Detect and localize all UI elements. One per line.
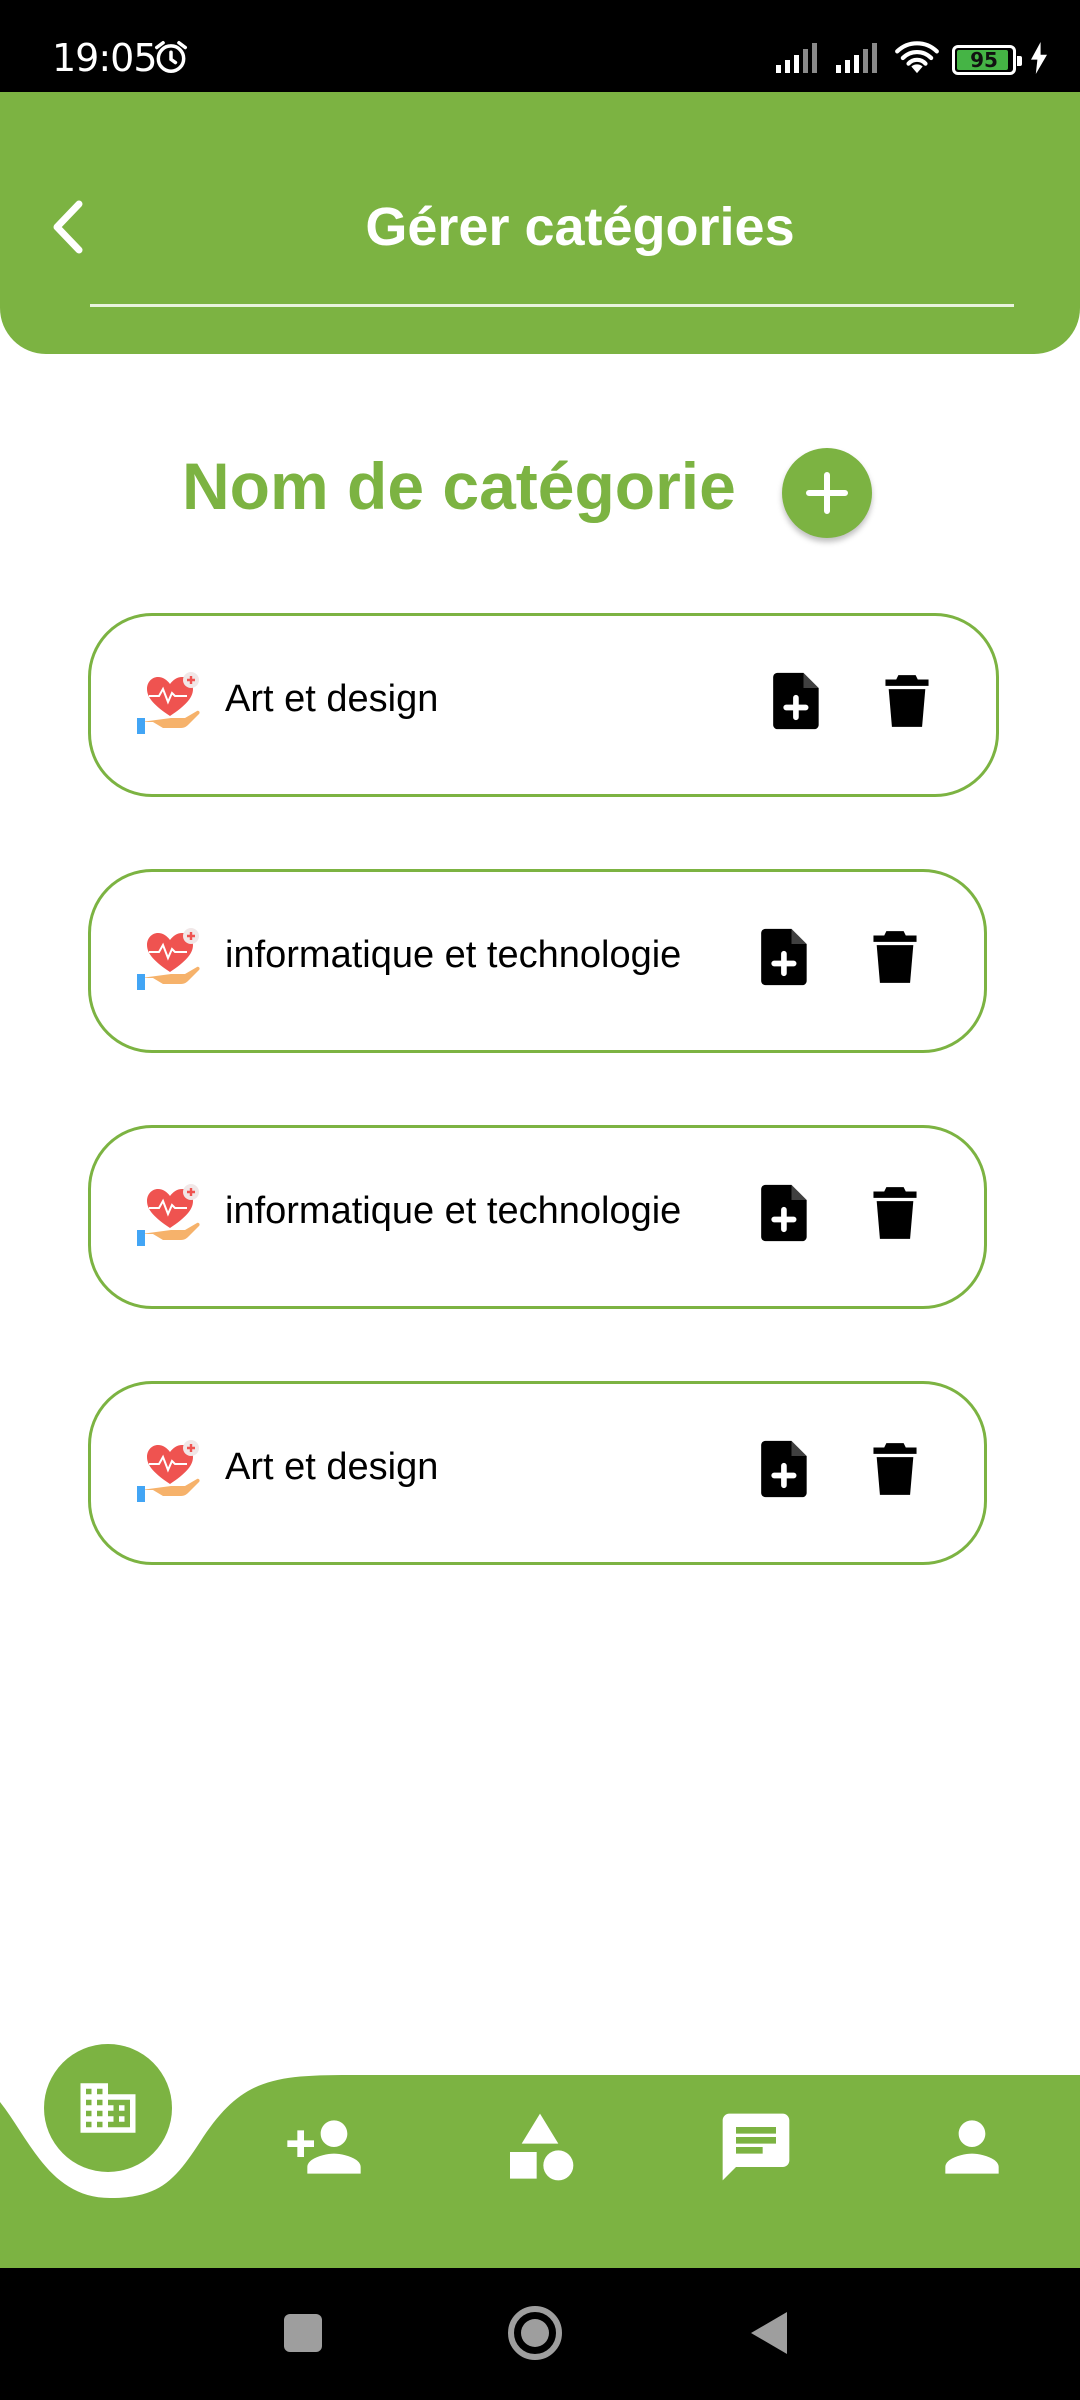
- add-file-icon: [761, 1440, 807, 1498]
- heart-care-icon: [135, 668, 205, 738]
- add-file-icon: [761, 1184, 807, 1242]
- trash-icon: [873, 1187, 917, 1239]
- add-file-button[interactable]: [755, 924, 815, 990]
- status-time: 19:05: [52, 36, 158, 80]
- heart-care-icon-graphic: [137, 672, 200, 734]
- nav-add-user-button[interactable]: [274, 2102, 374, 2192]
- nav-messages-button[interactable]: [706, 2102, 806, 2192]
- signal-icon: [834, 41, 882, 80]
- delete-button[interactable]: [865, 924, 925, 990]
- trash-icon: [873, 931, 917, 983]
- page-title: Gérer catégories: [365, 197, 795, 257]
- app-header: Gérer catégories: [0, 92, 1080, 354]
- signal-icon: [774, 41, 822, 80]
- battery-icon: 95: [952, 45, 1022, 75]
- building-icon: [80, 2083, 136, 2133]
- heart-care-icon: [135, 1180, 205, 1250]
- back-icon: [751, 2312, 787, 2354]
- delete-button[interactable]: [865, 1436, 925, 1502]
- delete-button[interactable]: [877, 668, 937, 734]
- nav-profile-button[interactable]: [922, 2102, 1022, 2192]
- category-label: informatique et technologie: [225, 934, 682, 976]
- header-divider: [90, 304, 1014, 307]
- nav-categories-button[interactable]: [490, 2102, 590, 2192]
- status-icons: 95: [774, 40, 1050, 80]
- category-label: informatique et technologie: [225, 1190, 682, 1232]
- home-icon: [508, 2306, 562, 2360]
- delete-button[interactable]: [865, 1180, 925, 1246]
- category-card[interactable]: informatique et technologie: [88, 1125, 987, 1309]
- section-title: Nom de catégorie: [182, 449, 736, 523]
- screen: 19:05 95 Gérer catégories Nom de catégor…: [0, 0, 1080, 2400]
- recents-button[interactable]: [268, 2298, 338, 2368]
- category-label: Art et design: [225, 678, 439, 720]
- shapes-icon: [510, 2113, 574, 2181]
- category-card[interactable]: informatique et technologie: [88, 869, 987, 1053]
- home-button[interactable]: [500, 2298, 570, 2368]
- plus-icon: [806, 472, 848, 514]
- trash-icon: [885, 675, 929, 727]
- trash-icon: [873, 1443, 917, 1495]
- battery-percent: 95: [970, 48, 998, 72]
- add-file-button[interactable]: [755, 1436, 815, 1502]
- heart-care-icon: [135, 924, 205, 994]
- add-file-button[interactable]: [767, 668, 827, 734]
- system-nav-bar: [0, 2268, 1080, 2400]
- person-icon: [945, 2120, 999, 2174]
- alarm-icon: [152, 38, 190, 81]
- nav-home-button[interactable]: [44, 2044, 172, 2172]
- category-card[interactable]: Art et design: [88, 1381, 987, 1565]
- add-file-icon: [761, 928, 807, 986]
- heart-care-icon-graphic: [137, 1184, 200, 1246]
- category-label: Art et design: [225, 1446, 439, 1488]
- heart-care-icon: [135, 1436, 205, 1506]
- chat-icon: [722, 2113, 790, 2181]
- category-card[interactable]: Art et design: [88, 613, 999, 797]
- add-category-button[interactable]: [782, 448, 872, 538]
- back-nav-button[interactable]: [734, 2298, 804, 2368]
- add-file-icon: [773, 672, 819, 730]
- heart-care-icon-graphic: [137, 1440, 200, 1502]
- add-file-button[interactable]: [755, 1180, 815, 1246]
- wifi-icon: [894, 40, 940, 80]
- status-bar: 19:05 95: [0, 0, 1080, 92]
- add-person-icon: [287, 2120, 361, 2174]
- recents-icon: [284, 2314, 322, 2352]
- charging-icon: [1028, 41, 1050, 79]
- heart-care-icon-graphic: [137, 928, 200, 990]
